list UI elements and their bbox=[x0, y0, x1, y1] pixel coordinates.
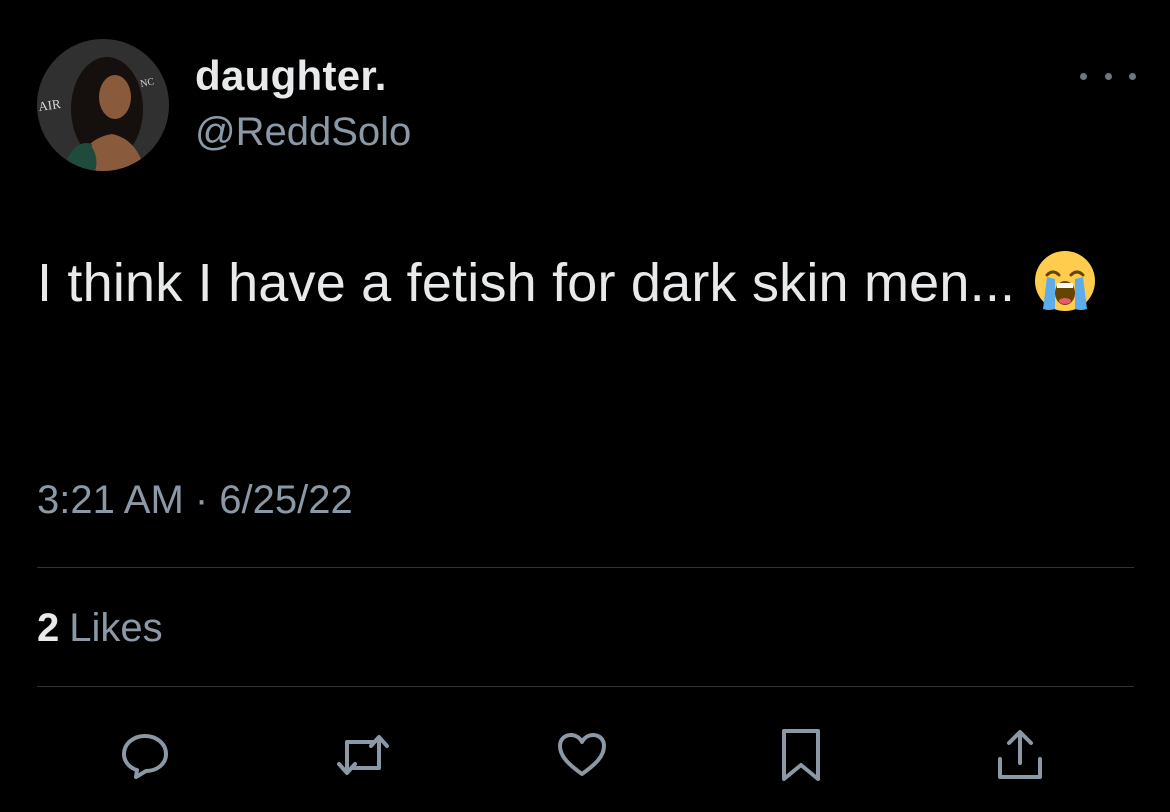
bookmark-button[interactable] bbox=[771, 725, 831, 785]
divider bbox=[37, 686, 1134, 687]
avatar-image: AIR NC bbox=[37, 39, 169, 171]
user-handle[interactable]: @ReddSolo bbox=[195, 110, 411, 155]
bookmark-icon bbox=[782, 729, 820, 781]
more-dot-icon bbox=[1129, 72, 1136, 80]
more-dot-icon bbox=[1104, 72, 1112, 80]
tweet-text: I think I have a fetish for dark skin me… bbox=[37, 240, 1117, 326]
likes-label: Likes bbox=[69, 606, 163, 650]
avatar[interactable]: AIR NC bbox=[37, 39, 169, 171]
more-dot-icon bbox=[1080, 72, 1087, 80]
display-name[interactable]: daughter. bbox=[195, 52, 387, 100]
reply-icon bbox=[122, 734, 168, 779]
tweet-timestamp[interactable]: 3:21 AM · 6/25/22 bbox=[37, 478, 353, 523]
likes-stat[interactable]: 2 Likes bbox=[37, 606, 163, 651]
share-icon bbox=[998, 730, 1042, 779]
avatar-backdrop-text-left: AIR bbox=[37, 96, 62, 114]
likes-count: 2 bbox=[37, 606, 60, 650]
loudly-crying-face-icon bbox=[1035, 251, 1096, 311]
more-options-button[interactable] bbox=[1080, 60, 1136, 92]
like-button[interactable] bbox=[552, 725, 612, 785]
divider bbox=[37, 567, 1134, 568]
tweet-text-content: I think I have a fetish for dark skin me… bbox=[37, 253, 1016, 313]
retweet-icon bbox=[337, 735, 389, 775]
heart-icon bbox=[558, 733, 606, 776]
retweet-button[interactable] bbox=[333, 725, 393, 785]
tweet-detail: AIR NC daughter. @ReddSolo I think I hav… bbox=[0, 0, 1170, 812]
reply-button[interactable] bbox=[115, 725, 175, 785]
share-button[interactable] bbox=[990, 725, 1050, 785]
